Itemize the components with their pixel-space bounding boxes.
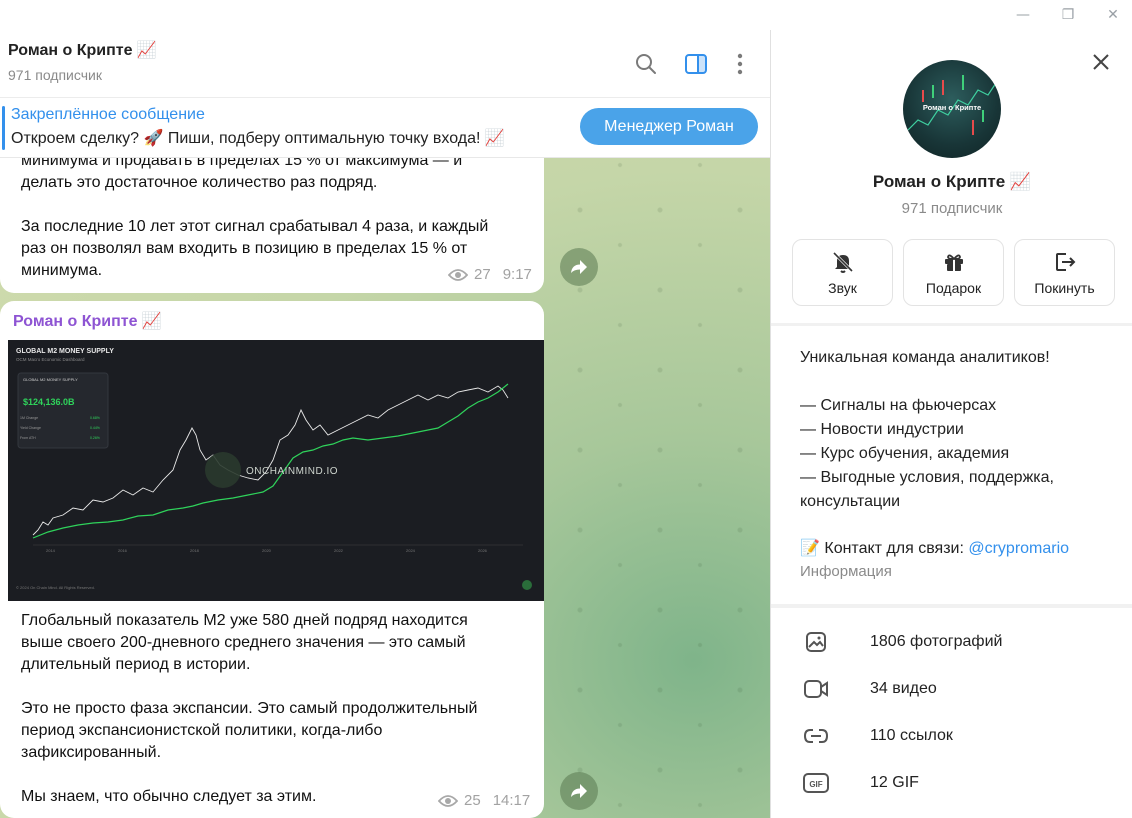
card-row-value: 0.26% [90, 436, 100, 440]
avatar-text: Роман о Крипте [923, 103, 981, 112]
message-bubble[interactable]: Роман о Крипте 📈 GLOBAL M2 MONEY SUPPLY … [0, 301, 544, 818]
shared-media-list: 1806 фотографий 34 видео 110 ссылок GIF … [771, 608, 1132, 818]
gift-label: Подарок [925, 279, 982, 296]
close-panel-button[interactable] [1089, 50, 1113, 74]
message-time: 14:17 [492, 792, 531, 809]
leave-icon [1055, 252, 1075, 271]
views-icon [438, 794, 458, 807]
contact-prefix: 📝 Контакт для связи: [800, 540, 969, 557]
image-copyright: © 2024 On Chain Mind. All Rights Reserve… [16, 585, 95, 590]
media-photos-label: 1806 фотографий [870, 632, 1003, 650]
card-row-label: From ATH [20, 436, 36, 440]
minimize-icon: — [1016, 7, 1030, 23]
chat-header: Роман о Крипте 📈 971 подписчик [0, 30, 770, 98]
message-text: минимума и продавать в пределах 15 % от … [21, 152, 489, 279]
card-row-value: 0.44% [90, 426, 100, 430]
more-options-button[interactable] [726, 50, 754, 78]
pinned-message-bar[interactable]: Закреплённое сообщение Откроем сделку? 🚀… [0, 98, 770, 158]
minimize-button[interactable]: — [1008, 4, 1038, 26]
chat-area: минимума и продавать в пределах 15 % от … [0, 30, 770, 818]
media-gif-label: 12 GIF [870, 773, 919, 791]
link-icon [803, 723, 829, 749]
image-title: GLOBAL M2 MONEY SUPPLY [16, 348, 114, 355]
restore-button[interactable]: ❐ [1053, 4, 1083, 26]
profile-header: Роман о Крипте Роман о Крипте 📈 971 подп… [771, 30, 1132, 323]
video-icon [803, 676, 829, 702]
chat-subscribers: 971 подписчик [8, 67, 102, 83]
x-tick: 2016 [118, 548, 128, 553]
x-tick: 2022 [334, 548, 344, 553]
contact-link[interactable]: @crypromario [968, 540, 1069, 557]
toggle-sidebar-button[interactable] [682, 50, 710, 78]
more-vertical-icon [737, 53, 743, 75]
views-icon [448, 268, 468, 281]
media-links-label: 110 ссылок [870, 726, 953, 744]
gift-button[interactable]: Подарок [903, 239, 1004, 306]
search-icon [636, 54, 656, 74]
pinned-text: Откроем сделку? 🚀 Пиши, подберу оптималь… [11, 130, 505, 147]
restore-icon: ❐ [1061, 7, 1075, 23]
media-photos-item[interactable]: 1806 фотографий [771, 618, 1132, 665]
leave-label: Покинуть [1034, 279, 1095, 296]
channel-info-panel: Роман о Крипте Роман о Крипте 📈 971 подп… [770, 30, 1132, 818]
close-icon: ✕ [1107, 7, 1119, 23]
message-time: 9:17 [502, 266, 532, 283]
sidebar-icon [685, 54, 707, 74]
forward-button[interactable] [560, 248, 598, 286]
card-row-label: Yield Change [20, 426, 41, 430]
x-tick: 2020 [262, 548, 272, 553]
channel-about: Уникальная команда аналитиков! — Сигналы… [771, 326, 1132, 604]
gift-icon [944, 254, 963, 271]
window-titlebar: — ❐ ✕ [0, 0, 1132, 30]
message-image[interactable]: GLOBAL M2 MONEY SUPPLY OCM Macro Economi… [8, 340, 544, 601]
pinned-title: Закреплённое сообщение [11, 106, 205, 123]
manager-button[interactable]: Менеджер Роман [580, 108, 758, 145]
info-label: Информация [800, 563, 892, 580]
bell-off-icon [832, 251, 853, 273]
forward-icon [571, 784, 587, 798]
photo-icon [803, 629, 829, 655]
message-meta: 25 14:17 [438, 792, 530, 809]
image-watermark: ONCHAINMIND.IO [246, 466, 338, 477]
x-tick: 2018 [190, 548, 200, 553]
forward-icon [571, 260, 587, 274]
x-tick: 2014 [46, 548, 56, 553]
card-row-label: 1M Change [20, 416, 38, 420]
mute-button[interactable]: Звук [792, 239, 893, 306]
card-row-value: 0.68% [90, 416, 100, 420]
card-title: GLOBAL M2 MONEY SUPPLY [23, 377, 78, 382]
about-text: Уникальная команда аналитиков! — Сигналы… [800, 349, 1054, 510]
close-window-button[interactable]: ✕ [1098, 4, 1128, 26]
avatar[interactable]: Роман о Крипте [903, 60, 1001, 158]
leave-button[interactable]: Покинуть [1014, 239, 1115, 306]
media-videos-item[interactable]: 34 видео [771, 665, 1132, 712]
media-videos-label: 34 видео [870, 679, 937, 697]
media-gif-item[interactable]: GIF 12 GIF [771, 759, 1132, 806]
x-tick: 2026 [478, 548, 488, 553]
close-icon [1093, 54, 1109, 70]
forward-button[interactable] [560, 772, 598, 810]
channel-name: Роман о Крипте 📈 [872, 172, 1032, 191]
view-count: 27 [474, 266, 491, 283]
search-button[interactable] [632, 50, 660, 78]
message-sender[interactable]: Роман о Крипте 📈 [13, 311, 162, 331]
card-value: $124,136.0B [23, 397, 75, 407]
contact-line: 📝 Контакт для связи: @crypromario [800, 538, 1069, 558]
svg-text:GIF: GIF [809, 780, 822, 789]
message-meta: 27 9:17 [448, 266, 532, 283]
x-tick: 2024 [406, 548, 416, 553]
image-subtitle: OCM Macro Economic Dashboard [16, 357, 85, 362]
pinned-indicator [2, 106, 5, 150]
view-count: 25 [464, 792, 481, 809]
media-links-item[interactable]: 110 ссылок [771, 712, 1132, 759]
mute-label: Звук [828, 279, 857, 296]
chat-title[interactable]: Роман о Крипте 📈 [8, 40, 157, 60]
m2-chart-image: GLOBAL M2 MONEY SUPPLY OCM Macro Economi… [16, 348, 532, 590]
channel-subscribers: 971 подписчик [901, 200, 1003, 217]
message-text: Глобальный показатель М2 уже 580 дней по… [21, 612, 478, 805]
avatar-image: Роман о Крипте [907, 75, 999, 135]
gif-icon: GIF [803, 770, 829, 796]
